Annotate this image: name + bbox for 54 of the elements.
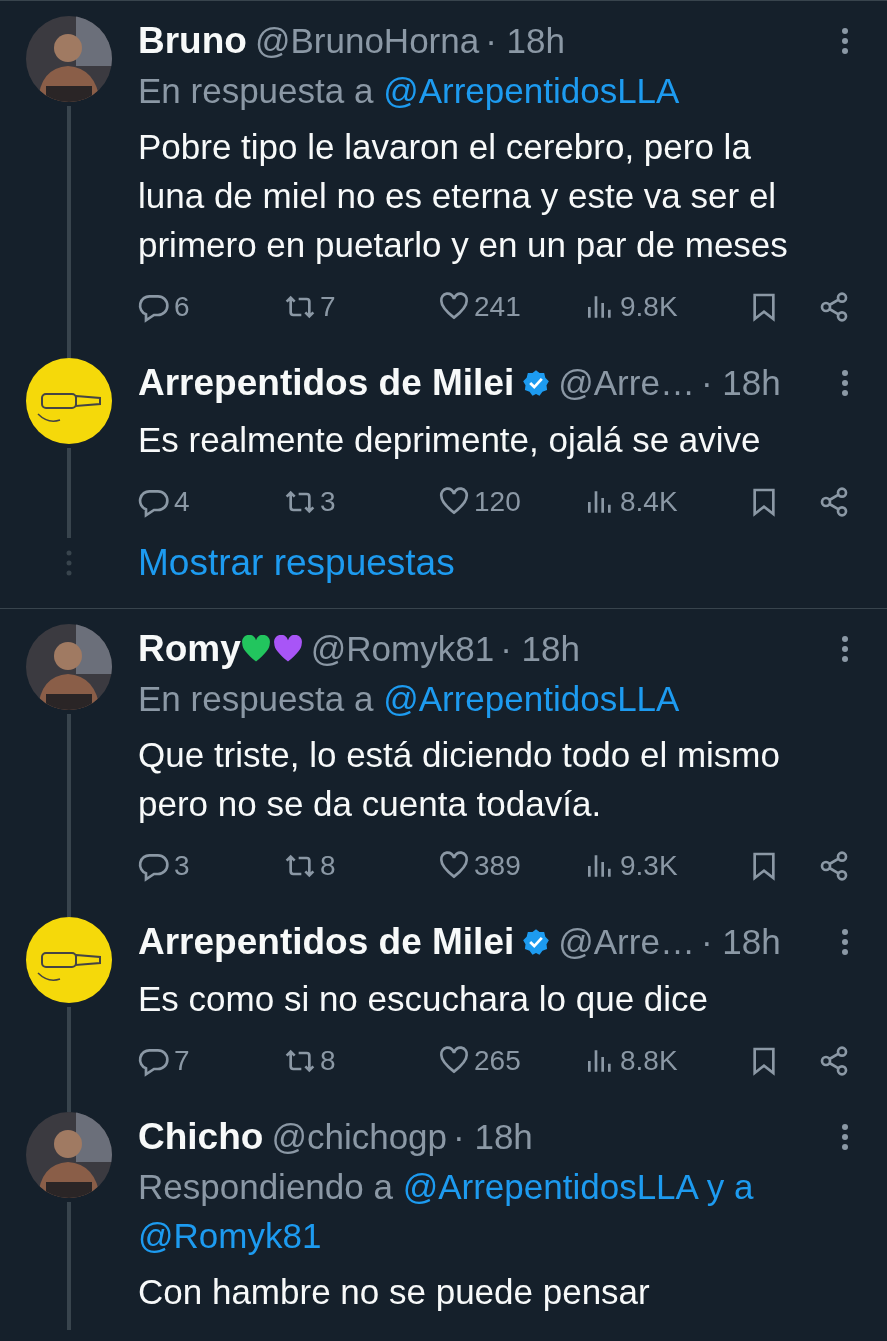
retweet-count: 8 <box>320 1045 336 1077</box>
reply-context: En respuesta a @ArrepentidosLLA <box>138 678 681 720</box>
mention-link[interactable]: @ArrepentidosLLA y a <box>402 1167 754 1206</box>
more-icon[interactable] <box>841 927 849 957</box>
user-name[interactable]: Arrepentidos de Milei <box>138 362 515 404</box>
view-count: 9.8K <box>620 291 678 323</box>
reply-count: 3 <box>174 850 190 882</box>
retweet-count: 8 <box>320 850 336 882</box>
like-count: 120 <box>474 486 521 518</box>
like-count: 241 <box>474 291 521 323</box>
reply-context: En respuesta a @ArrepentidosLLA <box>138 70 681 112</box>
user-handle[interactable]: @chichogp <box>271 1117 448 1157</box>
retweet-count: 3 <box>320 486 336 518</box>
user-name[interactable]: Chicho <box>138 1116 264 1158</box>
view-count: 9.3K <box>620 850 678 882</box>
share-icon[interactable] <box>818 850 850 882</box>
user-name[interactable]: Arrepentidos de Milei <box>138 921 515 963</box>
mention-link[interactable]: @ArrepentidosLLA <box>383 71 680 110</box>
mention-link[interactable]: @ArrepentidosLLA <box>383 679 680 718</box>
timestamp: · 18h <box>700 363 781 403</box>
like-count: 265 <box>474 1045 521 1077</box>
retweet-count: 7 <box>320 291 336 323</box>
view-count: 8.8K <box>620 1045 678 1077</box>
like-count: 389 <box>474 850 521 882</box>
tweet-text: Es realmente deprimente, ojalá se avive <box>138 419 762 461</box>
user-name[interactable]: Romy <box>138 628 241 670</box>
share-icon[interactable] <box>818 1045 850 1077</box>
user-name[interactable]: Bruno <box>138 20 247 62</box>
thread-dots-icon <box>66 550 72 576</box>
user-handle[interactable]: @Romyk81 <box>310 629 495 669</box>
reply-count: 4 <box>174 486 190 518</box>
more-icon[interactable] <box>841 26 849 56</box>
user-handle[interactable]: @Arre… <box>558 922 695 962</box>
share-icon[interactable] <box>818 291 850 323</box>
timestamp: · 18h <box>453 1117 533 1157</box>
tweet-text: Es como si no escuchara lo que dice <box>138 978 710 1020</box>
timestamp: · 18h <box>700 922 781 962</box>
tweet-text: Pobre tipo le lavaron el cerebro, pero la luna de miel no es eterna y este va ser el primero en puetarlo y en un par de meses <box>138 126 789 266</box>
share-icon[interactable] <box>818 486 850 518</box>
more-icon[interactable] <box>841 368 849 398</box>
more-icon[interactable] <box>841 634 849 664</box>
user-handle[interactable]: @BrunoHorna <box>254 21 480 61</box>
tweet-text: Con hambre no se puede pensar <box>138 1271 651 1313</box>
view-count: 8.4K <box>620 486 678 518</box>
mention-link[interactable]: @Romyk81 <box>138 1216 322 1255</box>
reply-context: Respondiendo a @ArrepentidosLLA y a @Romyk81 <box>138 1166 755 1257</box>
user-handle[interactable]: @Arre… <box>558 363 695 403</box>
reply-count: 6 <box>174 291 190 323</box>
timestamp: · 18h <box>485 21 565 61</box>
more-icon[interactable] <box>841 1122 849 1152</box>
reply-count: 7 <box>174 1045 190 1077</box>
show-replies-link[interactable]: Mostrar respuestas <box>138 542 455 584</box>
timestamp: · 18h <box>500 629 580 669</box>
tweet-text: Que triste, lo está diciendo todo el mismo pero no se da cuenta todavía. <box>138 734 781 825</box>
